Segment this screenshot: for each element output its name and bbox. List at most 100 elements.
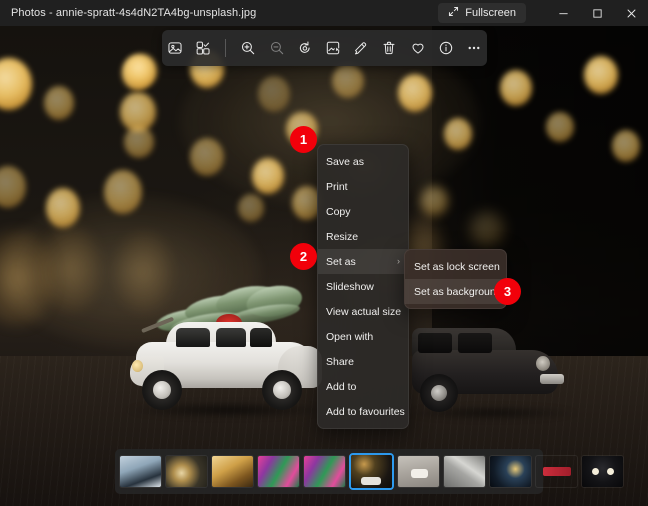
menu-item-print[interactable]: Print	[318, 174, 408, 199]
menu-item-copy[interactable]: Copy	[318, 199, 408, 224]
view-image-icon[interactable]	[162, 34, 188, 62]
car-wheel	[262, 370, 302, 410]
filmstrip-thumbnail-selected[interactable]	[349, 453, 394, 490]
fullscreen-label: Fullscreen	[465, 7, 516, 19]
minimize-button[interactable]	[546, 0, 580, 26]
car-wheel	[142, 370, 182, 410]
favorite-heart-icon[interactable]	[404, 34, 430, 62]
callout-badge-2: 2	[290, 243, 317, 270]
markup-pen-icon[interactable]	[348, 34, 374, 62]
menu-item-label: Add to favourites	[326, 405, 405, 418]
menu-item-open-with[interactable]: Open with	[318, 324, 408, 349]
toolbar-divider	[225, 39, 227, 57]
thumbnail-car	[361, 477, 381, 485]
photos-app-window: Photos - annie-spratt-4s4dN2TA4bg-unspla…	[0, 0, 648, 506]
title-bar: Photos - annie-spratt-4s4dN2TA4bg-unspla…	[0, 0, 648, 26]
rotate-icon[interactable]	[292, 34, 318, 62]
bokeh-light	[0, 58, 32, 110]
menu-item-label: Slideshow	[326, 280, 374, 293]
chevron-right-icon: ›	[397, 256, 400, 266]
context-menu: Save as Print Copy Resize Set as › Slide…	[317, 144, 409, 429]
submenu-item-set-as-background[interactable]: Set as background	[405, 279, 506, 304]
maximize-button[interactable]	[580, 0, 614, 26]
filmstrip-thumbnail[interactable]	[535, 455, 578, 488]
bokeh-light	[500, 70, 532, 106]
car-wheel	[420, 374, 458, 412]
bokeh-light	[124, 126, 154, 158]
car-window	[418, 333, 452, 353]
filmstrip-thumbnail[interactable]	[581, 455, 624, 488]
menu-item-set-as[interactable]: Set as ›	[318, 249, 408, 274]
filmstrip-thumbnail[interactable]	[165, 455, 208, 488]
menu-item-label: Save as	[326, 155, 364, 168]
menu-item-label: Share	[326, 355, 355, 368]
thumbnail-lamp	[607, 468, 614, 475]
zoom-in-icon[interactable]	[235, 34, 261, 62]
car-window	[458, 333, 492, 353]
thumbnail-neon-text	[543, 467, 571, 476]
menu-item-label: Resize	[326, 230, 359, 243]
menu-item-label: Add to	[326, 380, 357, 393]
filmstrip-thumbnail[interactable]	[443, 455, 486, 488]
info-icon[interactable]	[433, 34, 459, 62]
delete-icon[interactable]	[376, 34, 402, 62]
car-headlight	[536, 356, 550, 371]
bokeh-light	[0, 166, 26, 208]
more-options-icon[interactable]	[461, 34, 487, 62]
thumbnail-image	[212, 456, 253, 487]
menu-item-save-as[interactable]: Save as	[318, 149, 408, 174]
submenu-item-label: Set as lock screen	[414, 260, 500, 273]
bokeh-light	[470, 212, 504, 246]
menu-item-slideshow[interactable]: Slideshow	[318, 274, 408, 299]
filmstrip-thumbnail[interactable]	[119, 455, 162, 488]
thumbnail-image	[304, 456, 345, 487]
multi-select-icon[interactable]	[190, 34, 216, 62]
menu-item-add-to-favourites[interactable]: Add to favourites	[318, 399, 408, 424]
menu-item-add-to[interactable]: Add to	[318, 374, 408, 399]
fullscreen-button[interactable]: Fullscreen	[438, 3, 526, 23]
bokeh-light	[546, 112, 574, 142]
bokeh-light	[612, 130, 640, 162]
thumbnail-car	[411, 469, 428, 478]
filmstrip	[115, 449, 624, 494]
thumbnail-image	[120, 456, 161, 487]
menu-item-resize[interactable]: Resize	[318, 224, 408, 249]
car-headlight	[132, 360, 143, 372]
thumbnail-image	[582, 456, 623, 487]
filmstrip-thumbnail[interactable]	[257, 455, 300, 488]
callout-badge-1: 1	[290, 126, 317, 153]
menu-item-share[interactable]: Share	[318, 349, 408, 374]
set-as-submenu: Set as lock screen Set as background	[404, 249, 507, 309]
thumbnail-image	[490, 456, 531, 487]
bokeh-light	[420, 186, 448, 216]
crop-edit-icon[interactable]	[320, 34, 346, 62]
filmstrip-thumbnail[interactable]	[211, 455, 254, 488]
filmstrip-thumbnail[interactable]	[303, 455, 346, 488]
white-beetle-car	[128, 281, 328, 418]
photo-toolbar	[162, 30, 487, 66]
menu-item-label: Copy	[326, 205, 351, 218]
callout-badge-3: 3	[494, 278, 521, 305]
car-window	[176, 328, 210, 347]
bokeh-light	[238, 194, 264, 222]
bokeh-light	[125, 54, 157, 88]
thumbnail-image	[258, 456, 299, 487]
zoom-out-icon[interactable]	[264, 34, 290, 62]
thumbnail-image	[166, 456, 207, 487]
menu-item-label: Print	[326, 180, 348, 193]
menu-item-label: View actual size	[326, 305, 402, 318]
submenu-item-set-as-lock-screen[interactable]: Set as lock screen	[405, 254, 506, 279]
filmstrip-thumbnail[interactable]	[489, 455, 532, 488]
menu-item-label: Set as	[326, 255, 356, 268]
dark-beetle-car	[408, 322, 576, 420]
menu-item-view-actual-size[interactable]: View actual size	[318, 299, 408, 324]
window-title: Photos - annie-spratt-4s4dN2TA4bg-unspla…	[11, 7, 257, 19]
thumbnail-image	[444, 456, 485, 487]
menu-item-label: Open with	[326, 330, 374, 343]
car-window	[216, 328, 246, 347]
fullscreen-icon	[448, 6, 459, 20]
submenu-item-label: Set as background	[414, 285, 502, 298]
close-button[interactable]	[614, 0, 648, 26]
filmstrip-thumbnail[interactable]	[397, 455, 440, 488]
bokeh-light	[44, 86, 74, 120]
